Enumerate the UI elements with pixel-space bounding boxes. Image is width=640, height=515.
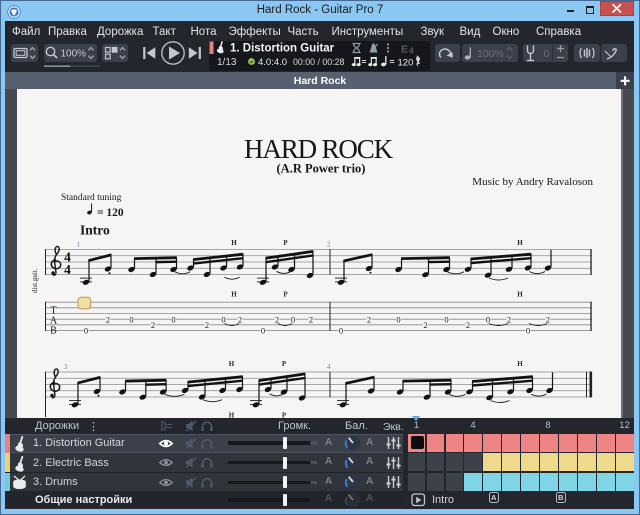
svg-text:H: H [517,239,523,247]
svg-text:4: 4 [64,262,71,277]
svg-text:2: 2 [238,314,242,324]
svg-text:100%: 100% [61,49,87,60]
svg-text:Music by Andry Ravaloson: Music by Andry Ravaloson [472,176,593,188]
svg-text:=: = [362,57,367,67]
svg-text:E: E [401,44,408,56]
svg-text:P: P [283,239,288,247]
svg-text:4.0:4.0: 4.0:4.0 [258,57,287,68]
svg-text:Standard tuning: Standard tuning [61,193,122,203]
svg-text:H: H [517,291,523,299]
svg-text:100%: 100% [477,48,504,60]
svg-text:0: 0 [544,48,550,60]
svg-text:dist.guit.: dist.guit. [31,268,39,293]
svg-text:2: 2 [205,320,209,330]
svg-text:2: 2 [546,314,550,324]
svg-text:0: 0 [339,326,343,336]
svg-text:2: 2 [309,314,313,324]
svg-text:1. Distortion Guitar: 1. Distortion Guitar [230,43,335,55]
svg-text:H: H [229,412,235,420]
svg-text:2: 2 [507,314,511,324]
svg-text:B: B [50,326,57,337]
svg-text:0: 0 [84,326,88,336]
svg-text:0: 0 [526,326,530,336]
svg-text:120: 120 [398,58,414,69]
svg-text:H: H [229,360,235,368]
svg-text:=: = [390,57,395,67]
svg-text:0: 0 [171,314,175,324]
svg-text:4: 4 [409,46,414,56]
svg-text:0: 0 [261,326,265,336]
svg-text:2: 2 [151,320,155,330]
svg-text:(A.R Power trio): (A.R Power trio) [277,162,366,176]
svg-text:H: H [231,239,237,247]
svg-text:0: 0 [221,314,225,324]
svg-text:00:00 / 00:28: 00:00 / 00:28 [293,57,344,67]
svg-text:0: 0 [486,314,490,324]
svg-text:P: P [283,291,288,299]
svg-text:2: 2 [466,320,470,330]
svg-text:H: H [231,291,237,299]
svg-text:1/13: 1/13 [217,57,237,68]
svg-text:1: 1 [77,241,81,249]
svg-text:Intro: Intro [80,223,110,238]
svg-text:2: 2 [327,241,331,249]
svg-text:= 120: = 120 [97,207,124,219]
svg-text:2: 2 [367,314,371,324]
svg-text:3: 3 [64,363,68,371]
svg-text:0: 0 [444,314,448,324]
svg-text:P: P [282,360,287,368]
svg-text:2: 2 [106,314,110,324]
svg-text:0: 0 [396,314,400,324]
svg-text:0: 0 [129,314,133,324]
svg-text:2: 2 [423,320,427,330]
svg-text:0: 0 [291,314,295,324]
svg-text:4: 4 [327,363,331,371]
svg-text:P: P [282,412,287,420]
svg-text:2: 2 [275,314,279,324]
svg-text:H: H [517,360,523,368]
svg-text:HARD ROCK: HARD ROCK [244,134,394,164]
